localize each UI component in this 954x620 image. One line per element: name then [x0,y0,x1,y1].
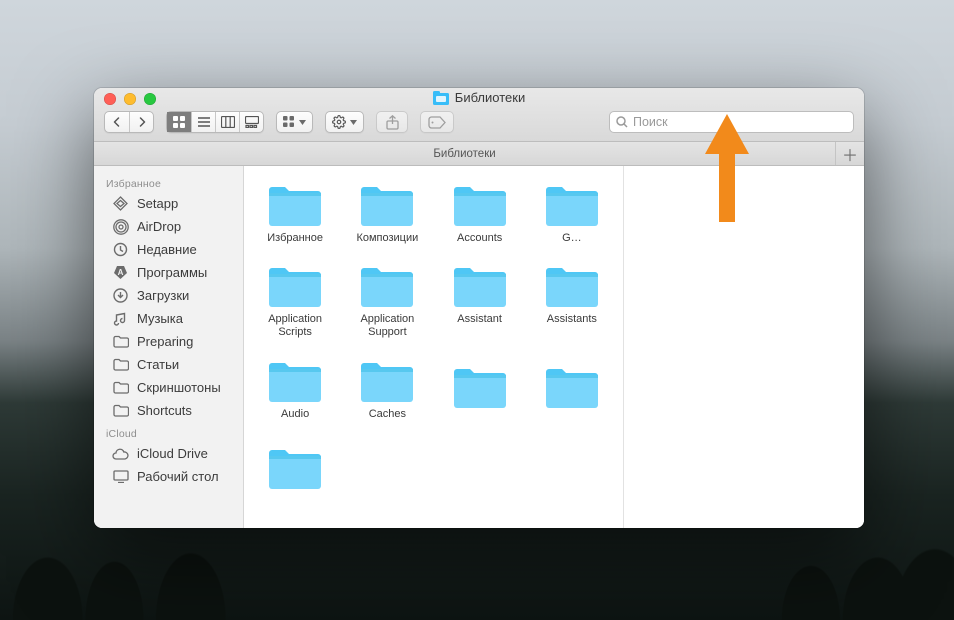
window-title: Библиотеки [455,90,525,105]
folder-item[interactable]: Audio [252,358,338,421]
applications-icon: A [112,264,129,281]
folder-item[interactable]: Избранное [252,182,338,245]
folder-item[interactable]: Assistant [437,263,523,339]
forward-button[interactable] [129,112,153,132]
folder-item[interactable]: Caches [344,358,430,421]
icloud-icon [112,445,129,462]
folder-icon [266,358,324,404]
content-area: Избранное Композиции Accounts G… [244,166,864,528]
sidebar-item-applications[interactable]: A Программы [98,261,239,284]
back-button[interactable] [105,112,129,132]
folder-icon [451,364,509,410]
sidebar-item-preparing[interactable]: Preparing [98,330,239,353]
folder-label: Assistants [547,313,597,326]
sidebar-heading-favorites: Избранное [94,172,243,192]
folder-icon [112,356,129,373]
folder-label: Избранное [267,232,323,245]
tag-icon [428,116,446,129]
icon-view-pane[interactable]: Избранное Композиции Accounts G… [244,166,624,528]
folder-item[interactable] [252,445,338,491]
library-proxy-icon [433,91,449,105]
sidebar-item-airdrop[interactable]: AirDrop [98,215,239,238]
folder-icon [451,263,509,309]
share-icon [386,115,399,130]
tags-button[interactable] [420,111,454,133]
close-button[interactable] [104,93,116,105]
nav-back-forward [104,111,154,133]
view-mode-selector [166,111,264,133]
downloads-icon [112,287,129,304]
share-button[interactable] [376,111,408,133]
folder-label: Accounts [457,232,502,245]
folder-icon [266,445,324,491]
folder-label: Application Support [345,313,429,339]
sidebar-item-music[interactable]: Музыка [98,307,239,330]
folder-item[interactable]: Композиции [344,182,430,245]
folder-icon [358,182,416,228]
gallery-view-button[interactable] [239,112,263,132]
sidebar-item-recents[interactable]: Недавние [98,238,239,261]
folder-item[interactable]: G… [529,182,615,245]
column-view-button[interactable] [215,112,239,132]
folder-label: Caches [369,408,406,421]
folder-label: G… [562,232,582,245]
airdrop-icon [112,218,129,235]
minimize-button[interactable] [124,93,136,105]
traffic-lights [104,93,156,105]
folder-item[interactable] [529,364,615,427]
sidebar: Избранное Setapp AirDrop Недавние A Прог… [94,166,244,528]
folder-label: Композиции [356,232,418,245]
folder-item[interactable]: Application Scripts [252,263,338,339]
annotation-arrow [705,114,749,222]
sidebar-heading-icloud: iCloud [94,422,243,442]
sidebar-item-downloads[interactable]: Загрузки [98,284,239,307]
folder-icon [266,182,324,228]
list-view-button[interactable] [191,112,215,132]
new-tab-button[interactable]: ＋ [836,142,864,165]
svg-text:A: A [118,268,124,277]
folder-icon [112,333,129,350]
music-icon [112,310,129,327]
folder-item[interactable]: Accounts [437,182,523,245]
recents-icon [112,241,129,258]
window-title-area: Библиотеки [433,90,525,105]
zoom-button[interactable] [144,93,156,105]
action-popup[interactable] [325,111,364,133]
search-icon [616,116,628,128]
folder-item[interactable] [437,364,523,427]
folder-icon [266,263,324,309]
desktop-icon [112,468,129,485]
folder-icon [358,358,416,404]
folder-icon [451,182,509,228]
folder-item[interactable]: Assistants [529,263,615,339]
sidebar-item-setapp[interactable]: Setapp [98,192,239,215]
folder-icon [358,263,416,309]
folder-icon [543,364,601,410]
sidebar-item-screenshots[interactable]: Скриншотоны [98,376,239,399]
folder-item[interactable]: Application Support [344,263,430,339]
setapp-icon [112,195,129,212]
icon-view-button[interactable] [167,112,191,132]
folder-icon [112,402,129,419]
folder-label: Assistant [457,313,502,326]
folder-label: Application Scripts [253,313,337,339]
sidebar-item-icloud-drive[interactable]: iCloud Drive [98,442,239,465]
gear-icon [332,115,346,129]
arrange-popup[interactable] [276,111,313,133]
sidebar-item-articles[interactable]: Статьи [98,353,239,376]
folder-icon [112,379,129,396]
folder-icon [543,182,601,228]
sidebar-item-desktop[interactable]: Рабочий стол [98,465,239,488]
plus-icon: ＋ [842,142,858,166]
sidebar-item-shortcuts[interactable]: Shortcuts [98,399,239,422]
folder-icon [543,263,601,309]
folder-label: Audio [281,408,309,421]
